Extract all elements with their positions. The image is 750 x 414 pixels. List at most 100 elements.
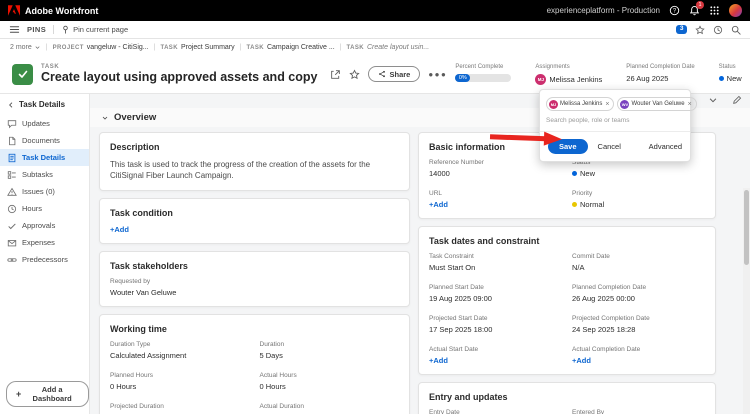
- status-field-value[interactable]: New: [572, 169, 705, 178]
- help-icon[interactable]: ?: [669, 5, 680, 16]
- field-value: 5 Days: [259, 351, 283, 361]
- pins-toolbar: PINS Pin current page 3: [0, 21, 750, 39]
- priority-dot: [572, 202, 577, 207]
- breadcrumb: 2 more | PROJECT vangeluw - CitiSig... |…: [0, 39, 750, 55]
- scrollbar-thumb[interactable]: [744, 190, 749, 265]
- planned-completion-value[interactable]: 26 Aug 2025: [626, 74, 694, 83]
- percent-complete-label: Percent Complete: [455, 63, 504, 70]
- requested-by-value: Wouter Van Geluwe: [110, 288, 177, 298]
- add-url-link[interactable]: +Add: [429, 200, 562, 209]
- field-label: Projected Duration: [110, 403, 164, 411]
- reference-number-value: 14000: [429, 169, 450, 178]
- field-label: Actual Hours: [259, 372, 297, 380]
- add-actual-completion-link[interactable]: +Add: [572, 356, 705, 365]
- breadcrumb-project[interactable]: PROJECT vangeluw - CitiSig...: [53, 44, 149, 51]
- sidebar-item-approvals[interactable]: Approvals: [0, 217, 89, 234]
- more-options-icon[interactable]: ●●●: [428, 70, 447, 79]
- working-time-card: Working time Duration Type Calculated Ass…: [99, 314, 410, 414]
- planned-completion-label: Planned Completion Date: [626, 63, 695, 70]
- chevron-left-icon: [9, 101, 13, 108]
- panel-header[interactable]: Task Details: [0, 94, 89, 115]
- task-stats: Percent Complete 0% Assignments MJ Melis…: [455, 64, 750, 85]
- pin-current-page-button[interactable]: Pin current page: [61, 25, 128, 34]
- sidebar-item-hours[interactable]: Hours: [0, 200, 89, 217]
- breadcrumb-task-1[interactable]: TASK Project Summary: [160, 44, 234, 51]
- sidebar-item-label: Approvals: [22, 221, 56, 230]
- edit-pencil-icon[interactable]: [732, 95, 742, 105]
- breadcrumb-task-2[interactable]: TASK Campaign Creative ...: [246, 44, 334, 51]
- breadcrumb-more[interactable]: 2 more: [10, 44, 41, 51]
- card-title: Working time: [110, 324, 167, 335]
- assignments-value[interactable]: MJ Melissa Jenkins: [535, 73, 602, 85]
- sidebar-item-subtasks[interactable]: Subtasks: [0, 166, 89, 183]
- scrollbar-track[interactable]: [743, 188, 750, 414]
- breadcrumb-separator: |: [239, 43, 242, 51]
- notification-badge: 1: [696, 1, 704, 9]
- field-label: Duration Type: [110, 341, 151, 349]
- sidebar-item-label: Expenses: [22, 238, 55, 247]
- assignee-search-input[interactable]: [546, 117, 686, 124]
- sidebar-item-task-details[interactable]: Task Details: [0, 149, 89, 166]
- favorites-star-icon[interactable]: [695, 24, 705, 35]
- predecessors-icon: [7, 257, 17, 262]
- breadcrumb-separator: |: [339, 43, 342, 51]
- sidebar-item-label: Updates: [22, 119, 50, 128]
- field: Actual Hours 0 Hours: [260, 372, 400, 391]
- user-avatar[interactable]: [729, 4, 742, 17]
- field: Duration Type Calculated Assignment: [110, 341, 250, 360]
- notifications-bell-icon[interactable]: 1: [689, 1, 704, 16]
- assignee-avatar: MJ: [535, 73, 547, 85]
- field: Task Constraint Must Start On: [429, 253, 562, 272]
- add-actual-start-link[interactable]: +Add: [429, 356, 562, 365]
- svg-text:?: ?: [673, 9, 677, 15]
- status-value[interactable]: New: [718, 74, 742, 83]
- chip-avatar: MJ: [549, 99, 558, 109]
- sidebar-item-predecessors[interactable]: Predecessors: [0, 251, 89, 268]
- add-task-condition-link[interactable]: +Add: [110, 225, 399, 234]
- sidebar-item-label: Predecessors: [22, 255, 68, 264]
- plus-icon: +: [16, 388, 22, 399]
- adobe-logo-icon: [8, 5, 20, 16]
- detail-toolbar: [708, 95, 742, 105]
- cancel-button[interactable]: Cancel: [598, 142, 621, 151]
- field: Duration 5 Days: [260, 341, 400, 360]
- field-label: Duration: [259, 341, 285, 349]
- app-switcher-icon[interactable]: [709, 5, 720, 16]
- task-actions: Share ●●●: [330, 66, 447, 82]
- assignee-chip-melissa[interactable]: MJ Melissa Jenkins ×: [546, 97, 615, 111]
- recents-clock-icon[interactable]: [713, 25, 723, 35]
- field-label: Priority: [572, 190, 593, 197]
- hours-icon: [7, 204, 17, 213]
- sidebar-item-issues[interactable]: Issues (0): [0, 183, 89, 200]
- hamburger-menu-icon[interactable]: [9, 24, 20, 35]
- layout-count-badge[interactable]: 3: [676, 24, 687, 35]
- approvals-icon: [8, 223, 16, 229]
- add-dashboard-button[interactable]: + Add a Dashboard: [6, 381, 89, 407]
- percent-complete-bar[interactable]: 0%: [455, 73, 512, 82]
- sidebar-item-updates[interactable]: Updates: [0, 115, 89, 132]
- stat-percent-complete: Percent Complete 0%: [455, 63, 512, 82]
- toolbar-divider: [53, 25, 55, 34]
- field-label: URL: [429, 190, 443, 197]
- sidebar-item-documents[interactable]: Documents: [0, 132, 89, 149]
- breadcrumb-separator: |: [45, 43, 48, 51]
- collapse-sections-icon[interactable]: [708, 95, 718, 105]
- assignee-chip-wouter[interactable]: WV Wouter Van Geluwe ×: [617, 97, 697, 111]
- pins-menu[interactable]: PINS: [27, 25, 46, 34]
- export-share-icon[interactable]: [330, 69, 341, 80]
- favorite-star-icon[interactable]: [349, 68, 361, 80]
- share-button[interactable]: Share: [368, 66, 421, 82]
- expenses-icon: [7, 239, 17, 246]
- search-icon[interactable]: [731, 25, 741, 35]
- remove-assignee-icon[interactable]: ×: [605, 101, 609, 108]
- sidebar-item-expenses[interactable]: Expenses: [0, 234, 89, 251]
- field-value: 0 Hours: [110, 382, 137, 392]
- breadcrumb-current-task[interactable]: TASK Create layout usin...: [347, 44, 430, 51]
- remove-assignee-icon[interactable]: ×: [688, 101, 692, 108]
- task-dates-card: Task dates and constraint Task Constrain…: [418, 226, 716, 375]
- priority-field-value[interactable]: Normal: [572, 200, 705, 209]
- field-label: Entry Date: [429, 409, 460, 414]
- field-value: N/A: [572, 263, 585, 272]
- assignee-chips: MJ Melissa Jenkins × WV Wouter Van Geluw…: [540, 90, 697, 115]
- advanced-button[interactable]: Advanced: [649, 142, 682, 151]
